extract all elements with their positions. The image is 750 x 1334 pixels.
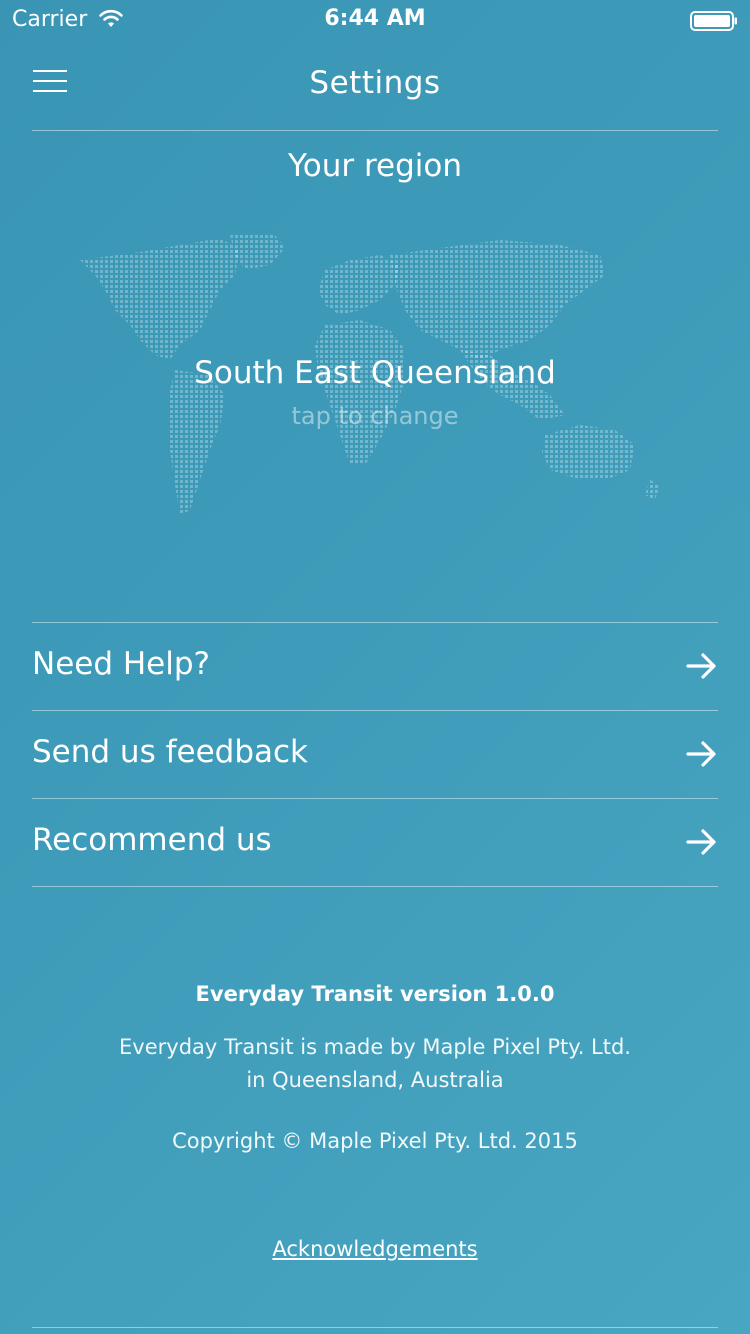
need-help-label: Need Help? — [32, 646, 210, 682]
region-heading: Your region — [287, 148, 463, 184]
made-by-text: Everyday Transit is made by Maple Pixel … — [0, 1031, 750, 1097]
region-change-hint: tap to change — [291, 402, 459, 430]
recommend-us-label: Recommend us — [32, 822, 272, 858]
region-selector[interactable]: South East Queensland tap to change — [60, 230, 690, 530]
app-version: Everyday Transit version 1.0.0 — [195, 982, 555, 1006]
arrow-right-icon — [686, 829, 716, 855]
header: Settings — [0, 40, 750, 130]
status-bar: Carrier 6:44 AM — [0, 0, 750, 40]
recommend-us-row[interactable]: Recommend us — [32, 798, 718, 886]
arrow-right-icon — [686, 741, 716, 767]
region-name: South East Queensland — [194, 355, 556, 391]
footer-divider — [32, 1327, 718, 1328]
battery-icon — [690, 11, 737, 31]
arrow-right-icon — [686, 653, 716, 679]
send-feedback-label: Send us feedback — [32, 734, 308, 770]
acknowledgements-link[interactable]: Acknowledgements — [0, 1237, 750, 1261]
send-feedback-row[interactable]: Send us feedback — [32, 710, 718, 798]
made-by-line-1: Everyday Transit is made by Maple Pixel … — [119, 1035, 631, 1059]
status-time: 6:44 AM — [324, 6, 426, 31]
made-by-line-2: in Queensland, Australia — [246, 1068, 504, 1092]
header-divider — [32, 130, 718, 131]
copyright-text: Copyright © Maple Pixel Pty. Ltd. 2015 — [172, 1129, 578, 1153]
page-title: Settings — [309, 65, 441, 101]
list-divider — [32, 886, 718, 887]
need-help-row[interactable]: Need Help? — [32, 622, 718, 710]
